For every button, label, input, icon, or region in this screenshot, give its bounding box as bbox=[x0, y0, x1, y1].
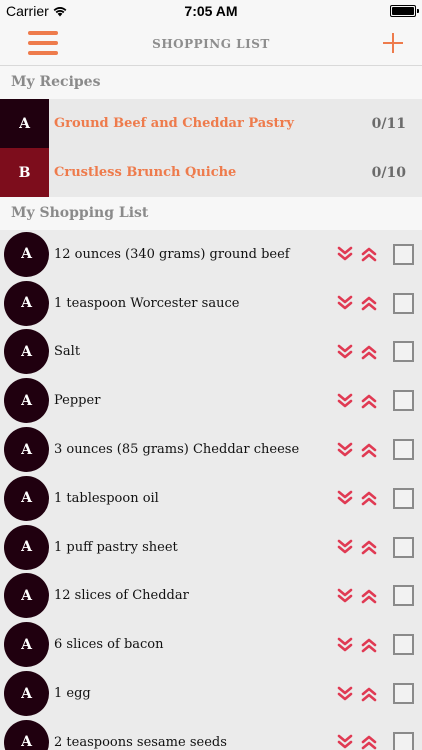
recipe-row-b[interactable]: B Crustless Brunch Quiche 0/10 bbox=[0, 148, 422, 197]
shopping-list-section-header: My Shopping List bbox=[0, 197, 422, 230]
item-actions bbox=[328, 683, 422, 705]
item-checkbox[interactable] bbox=[393, 292, 414, 314]
shopping-list: A 12 ounces (340 grams) ground beef A 1 tea… bbox=[0, 230, 422, 750]
item-checkbox[interactable] bbox=[393, 585, 414, 607]
ingredient-text: 12 slices of Cheddar bbox=[54, 588, 189, 604]
ingredient-text: 6 slices of bacon bbox=[54, 637, 164, 653]
menu-bar-top bbox=[28, 31, 58, 35]
list-item[interactable]: A 3 ounces (85 grams) Cheddar cheese bbox=[0, 425, 422, 474]
ingredient-text: Pepper bbox=[54, 393, 101, 409]
item-actions bbox=[328, 243, 422, 265]
list-item[interactable]: A 12 slices of Cheddar bbox=[0, 571, 422, 621]
recipe-avatar: A bbox=[4, 573, 49, 619]
item-actions bbox=[328, 439, 422, 461]
chevron-double-up-icon[interactable] bbox=[359, 586, 379, 606]
list-item[interactable]: A 6 slices of bacon bbox=[0, 620, 422, 670]
plus-icon[interactable] bbox=[380, 29, 406, 57]
battery-icon bbox=[390, 5, 419, 17]
item-checkbox[interactable] bbox=[393, 683, 414, 705]
chevron-double-up-icon[interactable] bbox=[359, 732, 379, 750]
list-item[interactable]: A 1 teaspoon Worcester sauce bbox=[0, 278, 422, 328]
chevron-double-down-icon[interactable] bbox=[335, 440, 355, 460]
ingredient-text: 3 ounces (85 grams) Cheddar cheese bbox=[54, 442, 300, 458]
item-checkbox[interactable] bbox=[393, 439, 414, 461]
recipe-letter-badge: B bbox=[0, 148, 49, 197]
item-actions bbox=[328, 390, 422, 412]
recipe-avatar: A bbox=[4, 329, 49, 375]
recipe-name: Crustless Brunch Quiche bbox=[54, 165, 237, 180]
chevron-double-down-icon[interactable] bbox=[335, 684, 355, 704]
recipe-avatar: A bbox=[4, 231, 49, 277]
item-checkbox[interactable] bbox=[393, 243, 414, 265]
chevron-double-up-icon[interactable] bbox=[359, 244, 379, 264]
status-time: 7:05 AM bbox=[184, 3, 238, 19]
chevron-double-down-icon[interactable] bbox=[335, 537, 355, 557]
list-item[interactable]: A 1 egg bbox=[0, 669, 422, 718]
recipe-name: Ground Beef and Cheddar Pastry bbox=[54, 116, 294, 131]
list-item[interactable]: A Pepper bbox=[0, 376, 422, 426]
item-actions bbox=[328, 585, 422, 607]
chevron-double-down-icon[interactable] bbox=[335, 635, 355, 655]
item-checkbox[interactable] bbox=[393, 341, 414, 363]
ingredient-text: 1 puff pastry sheet bbox=[54, 539, 178, 555]
ingredient-text: 1 tablespoon oil bbox=[54, 490, 159, 506]
item-actions bbox=[328, 292, 422, 314]
list-item[interactable]: A Salt bbox=[0, 327, 422, 377]
chevron-double-down-icon[interactable] bbox=[335, 391, 355, 411]
chevron-double-down-icon[interactable] bbox=[335, 342, 355, 362]
recipe-avatar: A bbox=[4, 427, 49, 473]
item-actions bbox=[328, 731, 422, 750]
chevron-double-down-icon[interactable] bbox=[335, 732, 355, 750]
list-item[interactable]: A 12 ounces (340 grams) ground beef bbox=[0, 230, 422, 279]
page-title: SHOPPING LIST bbox=[152, 37, 270, 51]
recipe-avatar: A bbox=[4, 378, 49, 424]
status-bar: Carrier 7:05 AM bbox=[0, 0, 422, 22]
chevron-double-up-icon[interactable] bbox=[359, 440, 379, 460]
chevron-double-up-icon[interactable] bbox=[359, 391, 379, 411]
recipe-avatar: A bbox=[4, 280, 49, 326]
nav-bar: SHOPPING LIST bbox=[0, 22, 422, 66]
chevron-double-up-icon[interactable] bbox=[359, 342, 379, 362]
item-checkbox[interactable] bbox=[393, 536, 414, 558]
chevron-double-up-icon[interactable] bbox=[359, 293, 379, 313]
recipe-count: 0/10 bbox=[371, 164, 406, 181]
recipe-letter-badge: A bbox=[0, 99, 49, 148]
recipe-avatar: A bbox=[4, 671, 49, 717]
chevron-double-up-icon[interactable] bbox=[359, 488, 379, 508]
item-checkbox[interactable] bbox=[393, 390, 414, 412]
ingredient-text: Salt bbox=[54, 344, 81, 360]
chevron-double-down-icon[interactable] bbox=[335, 488, 355, 508]
recipe-avatar: A bbox=[4, 719, 49, 750]
item-checkbox[interactable] bbox=[393, 634, 414, 656]
item-checkbox[interactable] bbox=[393, 487, 414, 509]
item-actions bbox=[328, 634, 422, 656]
recipe-avatar: A bbox=[4, 524, 49, 570]
ingredient-text: 1 egg bbox=[54, 686, 91, 702]
recipes-section-header: My Recipes bbox=[0, 66, 422, 99]
item-actions bbox=[328, 487, 422, 509]
chevron-double-up-icon[interactable] bbox=[359, 684, 379, 704]
chevron-double-down-icon[interactable] bbox=[335, 244, 355, 264]
list-item[interactable]: A 1 puff pastry sheet bbox=[0, 522, 422, 572]
menu-bar-bottom bbox=[28, 51, 58, 55]
recipe-count: 0/11 bbox=[371, 115, 406, 132]
item-actions bbox=[328, 536, 422, 558]
list-item[interactable]: A 1 tablespoon oil bbox=[0, 473, 422, 523]
ingredient-text: 2 teaspoons sesame seeds bbox=[54, 734, 227, 750]
list-item[interactable]: A 2 teaspoons sesame seeds bbox=[0, 717, 422, 750]
recipe-avatar: A bbox=[4, 622, 49, 668]
chevron-double-down-icon[interactable] bbox=[335, 293, 355, 313]
chevron-double-down-icon[interactable] bbox=[335, 586, 355, 606]
item-checkbox[interactable] bbox=[393, 731, 414, 750]
recipe-avatar: A bbox=[4, 475, 49, 521]
ingredient-text: 1 teaspoon Worcester sauce bbox=[54, 295, 240, 311]
ingredient-text: 12 ounces (340 grams) ground beef bbox=[54, 246, 290, 262]
chevron-double-up-icon[interactable] bbox=[359, 635, 379, 655]
item-actions bbox=[328, 341, 422, 363]
chevron-double-up-icon[interactable] bbox=[359, 537, 379, 557]
recipe-row-a[interactable]: A Ground Beef and Cheddar Pastry 0/11 bbox=[0, 99, 422, 148]
